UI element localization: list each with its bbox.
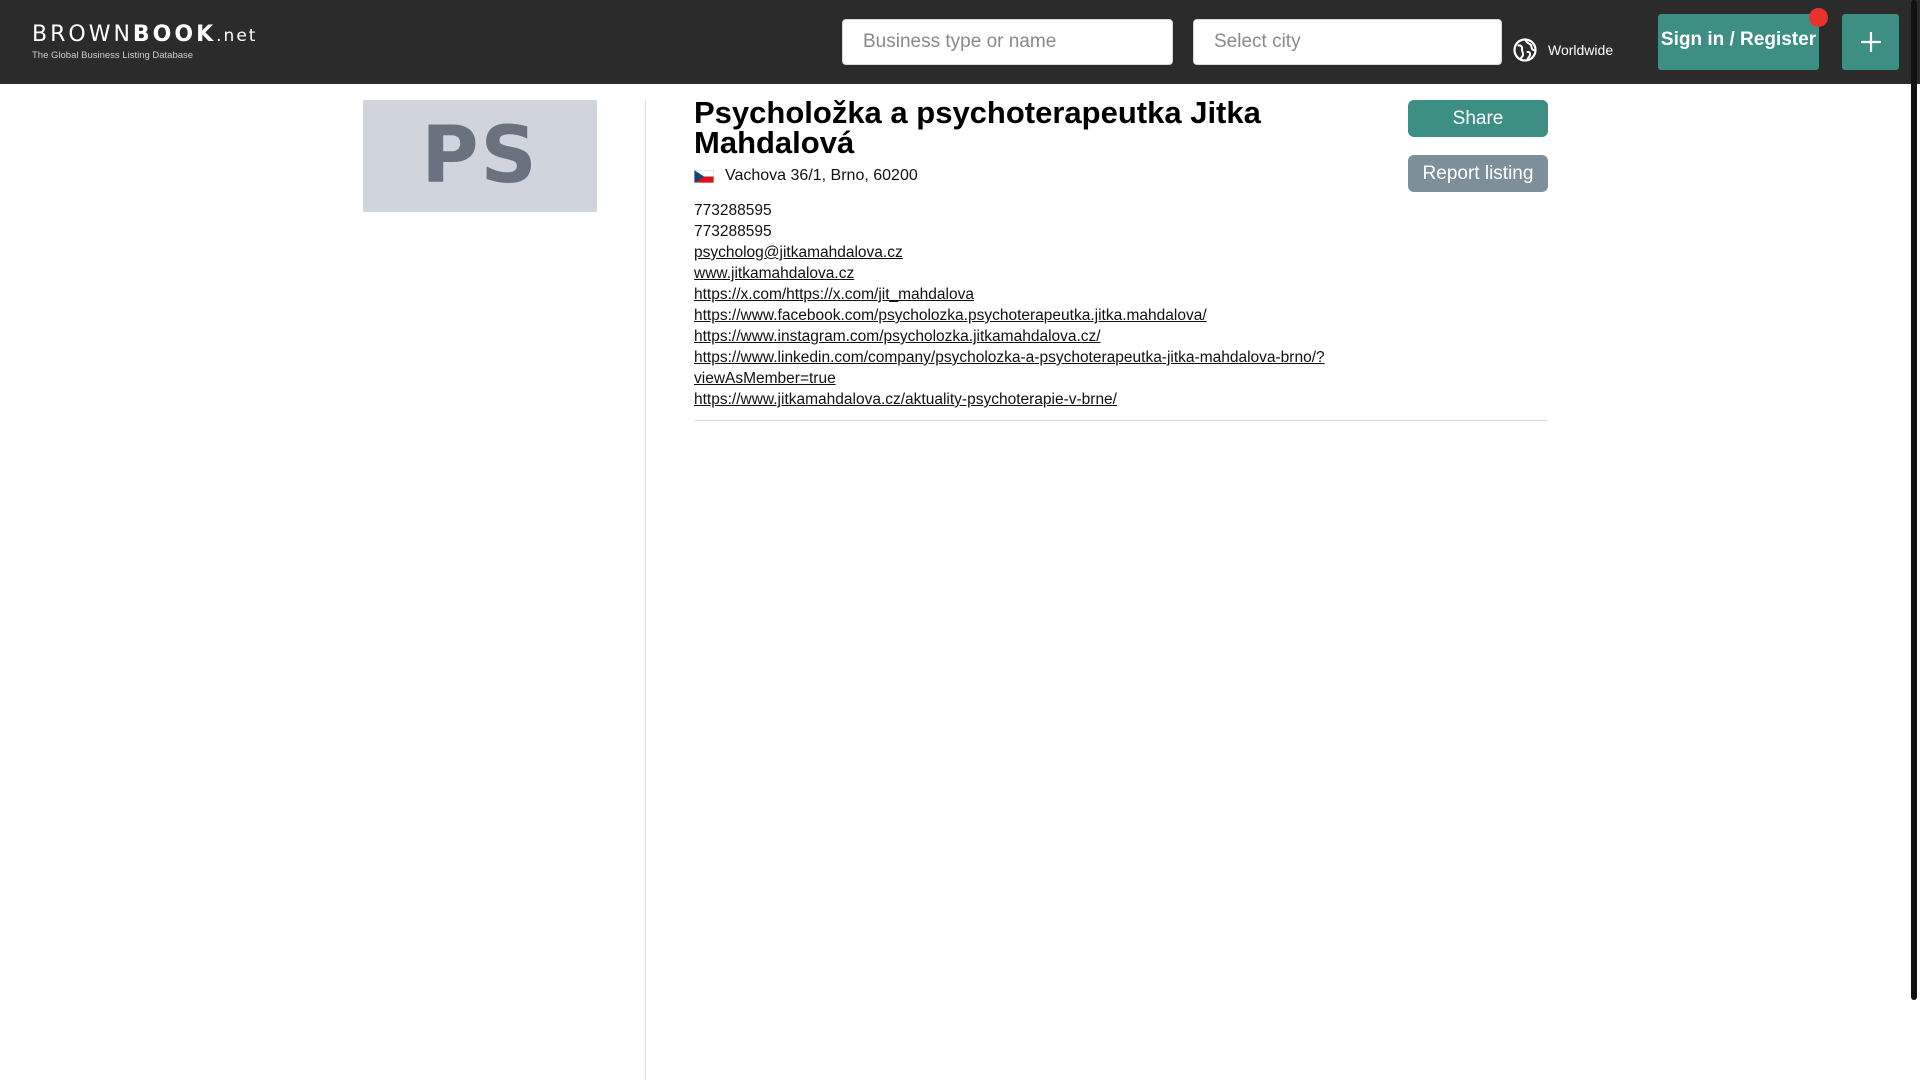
brownbook-logo[interactable]: BROWNBOOK.net The Global Business Listin…	[32, 22, 257, 62]
logo-book: BOOK	[132, 22, 217, 47]
business-avatar: PS	[363, 100, 597, 212]
sign-in-register-button[interactable]: Sign in / Register	[1658, 14, 1819, 70]
location-selector[interactable]: Worldwide	[1512, 36, 1613, 64]
section-divider	[694, 420, 1548, 421]
phone-number-secondary: 773288595	[694, 223, 772, 240]
listing-details: Psycholožka a psychoterapeutka Jitka Mah…	[694, 95, 1548, 421]
location-label: Worldwide	[1548, 42, 1614, 58]
top-header: BROWNBOOK.net The Global Business Listin…	[0, 0, 1920, 84]
globe-icon	[1513, 38, 1537, 62]
business-search-input[interactable]	[842, 19, 1173, 65]
contact-list: 773288595 773288595 psycholog@jitkamahda…	[694, 200, 1548, 410]
column-divider	[645, 100, 646, 1080]
notification-dot	[1809, 8, 1828, 27]
linkedin-link[interactable]: https://www.linkedin.com/company/psychol…	[694, 347, 1394, 389]
listing-title: Psycholožka a psychoterapeutka Jitka Mah…	[694, 95, 1261, 160]
facebook-link[interactable]: https://www.facebook.com/psycholozka.psy…	[694, 305, 1548, 326]
logo-net: .net	[216, 26, 258, 46]
logo-tagline: The Global Business Listing Database	[32, 50, 194, 61]
city-search-input[interactable]	[1193, 19, 1502, 65]
listing-address: Vachova 36/1, Brno, 60200	[725, 167, 918, 184]
email-link[interactable]: psycholog@jitkamahdalova.cz	[694, 242, 1548, 263]
report-listing-button[interactable]: Report listing	[1408, 155, 1548, 192]
logo-brown: BROWN	[32, 22, 133, 47]
twitter-link[interactable]: https://x.com/https://x.com/jit_mahdalov…	[694, 284, 1548, 305]
scrollbar-thumb[interactable]	[1911, 0, 1917, 1000]
website-link[interactable]: www.jitkamahdalova.cz	[694, 263, 1548, 284]
plus-icon	[1860, 32, 1881, 52]
blog-link[interactable]: https://www.jitkamahdalova.cz/aktuality-…	[694, 389, 1548, 410]
logo-wordmark: BROWNBOOK.net	[32, 22, 257, 49]
phone-number: 773288595	[694, 202, 772, 219]
share-button[interactable]: Share	[1408, 100, 1548, 137]
czech-flag-icon	[694, 169, 714, 183]
add-listing-button[interactable]	[1842, 14, 1899, 70]
instagram-link[interactable]: https://www.instagram.com/psycholozka.ji…	[694, 326, 1548, 347]
